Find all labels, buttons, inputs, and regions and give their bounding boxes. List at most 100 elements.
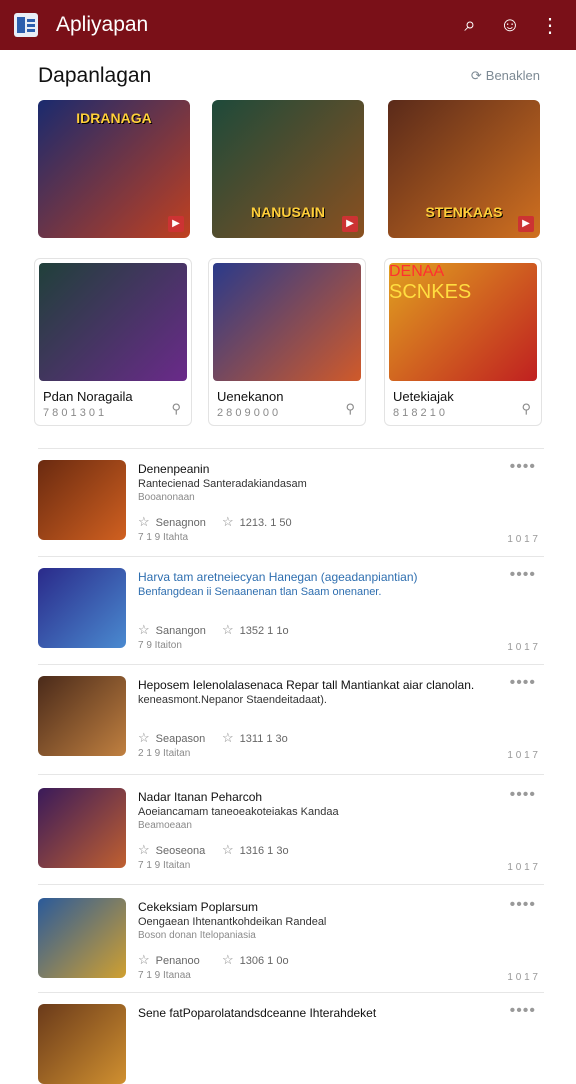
card-art: DENAA SCNKES <box>389 263 537 381</box>
more-options-icon[interactable]: •••• <box>510 786 536 804</box>
app-bar: Apliyapan ⌕ ☺ ⋮ <box>0 0 576 50</box>
item-category: ☆ Seapason <box>138 730 206 745</box>
more-options-icon[interactable]: •••• <box>510 458 536 476</box>
item-number: 1 0 1 7 <box>507 862 538 873</box>
item-category: ☆ Senagnon <box>138 514 206 529</box>
card-art-label: SCNKES <box>389 281 472 303</box>
item-rating: ☆ 1311 1 3o <box>222 730 288 745</box>
more-options-icon[interactable]: •••• <box>510 674 536 692</box>
card-name: Pdan Noragaila <box>43 389 133 404</box>
item-rating: ☆ 1213. 1 50 <box>222 514 292 529</box>
card-art <box>213 263 361 381</box>
card-name: Uenekanon <box>217 389 284 404</box>
more-options-icon[interactable]: •••• <box>510 1002 536 1020</box>
divider <box>38 884 544 885</box>
featured-tile[interactable]: NANUSAIN ▶ <box>212 100 364 238</box>
play-badge-icon: ▶ <box>168 216 184 232</box>
list-item[interactable]: Sene fatPoparolatandsdceanne Ihterahdeke… <box>38 994 544 1084</box>
star-icon: ☆ <box>138 730 150 745</box>
item-description: keneasmont.Nepanor Staendeitadaat). <box>138 694 327 706</box>
play-badge-icon: ▶ <box>342 216 358 232</box>
key-icon[interactable]: ⚲ <box>521 401 531 417</box>
app-title: Apliyapan <box>56 13 149 36</box>
key-icon[interactable]: ⚲ <box>345 401 355 417</box>
game-card[interactable]: DENAA SCNKES Uetekiajak 8 1 8 2 1 0 ⚲ <box>384 258 542 426</box>
divider <box>38 664 544 665</box>
more-options-icon[interactable]: •••• <box>510 896 536 914</box>
more-vert-icon[interactable]: ⋮ <box>538 13 562 38</box>
divider <box>38 448 544 449</box>
item-title: Denenpeanin <box>138 462 210 476</box>
item-meta: 7 1 9 Itanaa <box>138 970 191 981</box>
card-meta: 2 8 0 9 0 0 0 <box>217 407 279 419</box>
app-thumbnail <box>38 568 126 648</box>
star-icon: ☆ <box>138 952 150 967</box>
item-description: Oengaean Ihtenantkohdeikan Randeal <box>138 916 327 928</box>
item-meta: 7 1 9 Itaitan <box>138 860 191 871</box>
featured-tile[interactable]: IDRANAGA ▶ <box>38 100 190 238</box>
game-card[interactable]: Uenekanon 2 8 0 9 0 0 0 ⚲ <box>208 258 366 426</box>
item-title: Nadar Itanan Peharcoh <box>138 790 263 804</box>
play-badge-icon: ▶ <box>518 216 534 232</box>
item-title: Sene fatPoparolatandsdceanne Ihterahdeke… <box>138 1006 377 1020</box>
refresh-icon: ⟳ <box>470 68 482 83</box>
list-item[interactable]: Harva tam aretneiecyan Hanegan (ageadanp… <box>38 558 544 666</box>
divider <box>38 992 544 993</box>
card-meta: 8 1 8 2 1 0 <box>393 407 445 419</box>
section-title: Dapanlagan <box>38 64 152 87</box>
item-title: Harva tam aretneiecyan Hanegan (ageadanp… <box>138 570 418 584</box>
item-category: ☆ Sanangon <box>138 622 206 637</box>
voice-search-icon[interactable]: ☺ <box>498 14 522 37</box>
see-all-link[interactable]: ⟳ Benaklen <box>471 68 540 84</box>
divider <box>38 556 544 557</box>
item-description: Aoeiancamam taneoeakoteiakas Kandaa <box>138 806 339 818</box>
item-meta: 7 1 9 Itahta <box>138 532 189 543</box>
item-title: Cekeksiam Poplarsum <box>138 900 259 914</box>
item-number: 1 0 1 7 <box>507 534 538 545</box>
search-icon[interactable]: ⌕ <box>458 14 482 37</box>
star-icon: ☆ <box>222 730 234 745</box>
item-subtitle: Boson donan Itelopaniasia <box>138 930 256 941</box>
item-rating: ☆ 1306 1 0o <box>222 952 289 967</box>
card-art <box>39 263 187 381</box>
list-item[interactable]: Cekeksiam Poplarsum Oengaean Ihtenantkoh… <box>38 888 544 996</box>
item-category: ☆ Seoseona <box>138 842 206 857</box>
item-number: 1 0 1 7 <box>507 972 538 983</box>
featured-tile[interactable]: STENKAAS ▶ <box>388 100 540 238</box>
item-meta: 7 9 Itaiton <box>138 640 182 651</box>
star-icon: ☆ <box>222 842 234 857</box>
card-name: Uetekiajak <box>393 389 454 404</box>
item-number: 1 0 1 7 <box>507 750 538 761</box>
list-item[interactable]: Denenpeanin Rantecienad Santeradakiandas… <box>38 450 544 558</box>
app-thumbnail <box>38 460 126 540</box>
item-meta: 2 1 9 Itaitan <box>138 748 191 759</box>
item-rating: ☆ 1352 1 1o <box>222 622 289 637</box>
list-item[interactable]: Heposem Ielenolalasenaca Repar tall Mant… <box>38 666 544 774</box>
app-thumbnail <box>38 788 126 868</box>
divider <box>38 774 544 775</box>
item-rating: ☆ 1316 1 3o <box>222 842 289 857</box>
game-card[interactable]: Pdan Noragaila 7 8 0 1 3 0 1 ⚲ <box>34 258 192 426</box>
more-options-icon[interactable]: •••• <box>510 566 536 584</box>
item-subtitle: Booanonaan <box>138 492 195 503</box>
key-icon[interactable]: ⚲ <box>171 401 181 417</box>
item-number: 1 0 1 7 <box>507 642 538 653</box>
star-icon: ☆ <box>222 952 234 967</box>
card-art-top-label: DENAA <box>389 263 445 280</box>
card-meta: 7 8 0 1 3 0 1 <box>43 407 105 419</box>
app-thumbnail <box>38 1004 126 1084</box>
star-icon: ☆ <box>138 842 150 857</box>
app-thumbnail <box>38 898 126 978</box>
app-thumbnail <box>38 676 126 756</box>
app-logo-icon[interactable] <box>14 13 38 37</box>
tile-art-label: IDRANAGA <box>76 110 152 126</box>
list-item[interactable]: Nadar Itanan Peharcoh Aoeiancamam taneoe… <box>38 778 544 886</box>
star-icon: ☆ <box>138 514 150 529</box>
item-description: Benfangdean ii Senaanenan tlan Saam onen… <box>138 586 382 598</box>
item-description: Rantecienad Santeradakiandasam <box>138 478 307 490</box>
star-icon: ☆ <box>222 622 234 637</box>
star-icon: ☆ <box>222 514 234 529</box>
star-icon: ☆ <box>138 622 150 637</box>
item-subtitle: Beamoeaan <box>138 820 192 831</box>
item-title: Heposem Ielenolalasenaca Repar tall Mant… <box>138 678 475 692</box>
